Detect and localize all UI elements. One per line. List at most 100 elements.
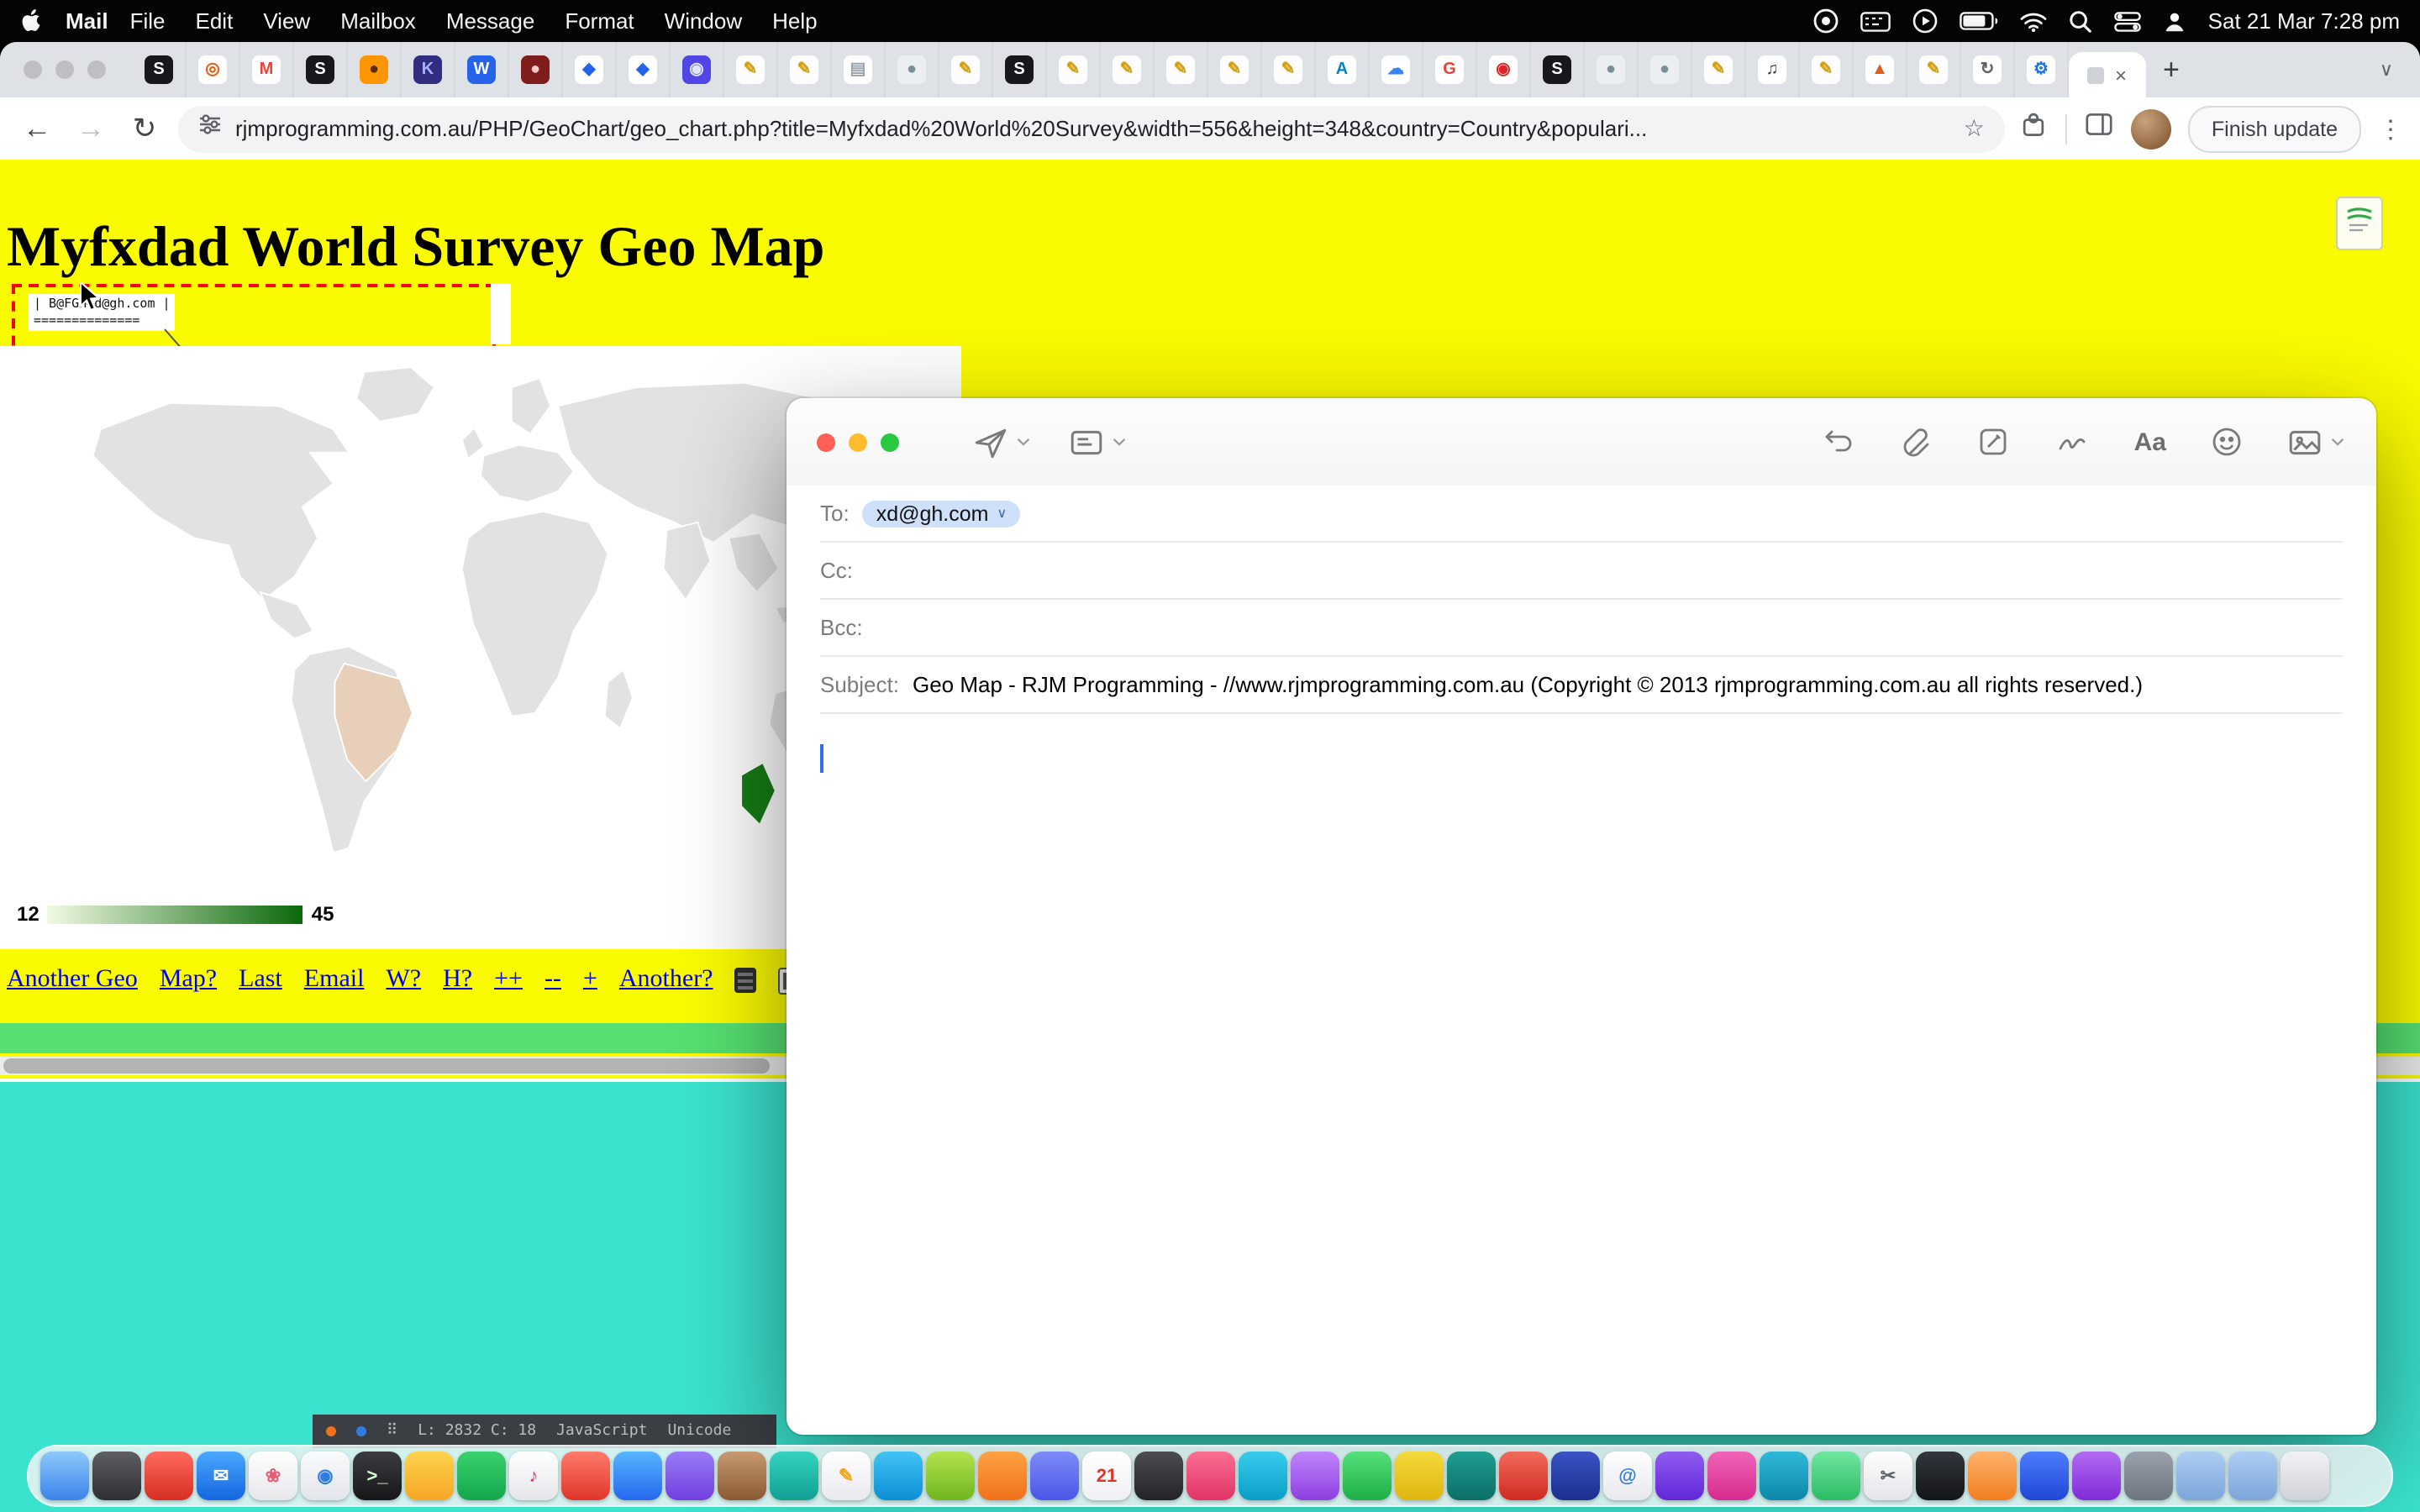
app-badge-icon[interactable] xyxy=(1813,8,1839,34)
dock-app-icon[interactable] xyxy=(666,1452,714,1500)
browser-tab[interactable]: ✎ xyxy=(1101,42,1155,97)
menu-item-help[interactable]: Help xyxy=(772,8,818,34)
dock-app-icon[interactable] xyxy=(1030,1452,1079,1500)
zoom-window-button[interactable] xyxy=(87,60,106,79)
photo-browser-icon[interactable] xyxy=(2287,424,2346,459)
dock-app-icon[interactable] xyxy=(978,1452,1027,1500)
map-region-scandinavia[interactable] xyxy=(512,378,550,433)
close-tab-icon[interactable]: × xyxy=(2115,63,2127,87)
menu-item-edit[interactable]: Edit xyxy=(196,8,234,34)
dock-app-icon[interactable] xyxy=(1447,1452,1496,1500)
dock-app-icon[interactable]: 21 xyxy=(1082,1452,1131,1500)
forward-button[interactable]: → xyxy=(71,112,111,145)
dock-app-icon[interactable] xyxy=(2176,1452,2225,1500)
dock-app-icon[interactable]: ✂ xyxy=(1864,1452,1912,1500)
dock-app-icon[interactable]: ✎ xyxy=(822,1452,871,1500)
dock-app-icon[interactable] xyxy=(1707,1452,1756,1500)
dock-app-icon[interactable]: @ xyxy=(1603,1452,1652,1500)
header-fields-button[interactable] xyxy=(1069,424,1128,459)
page-link[interactable]: -- xyxy=(544,966,561,995)
browser-tab[interactable]: ✎ xyxy=(724,42,778,97)
page-link[interactable]: W? xyxy=(386,966,421,995)
browser-tab[interactable]: ● xyxy=(1585,42,1639,97)
cc-field[interactable]: Cc: xyxy=(820,543,2343,600)
menu-item-mailbox[interactable]: Mailbox xyxy=(340,8,416,34)
browser-tab[interactable]: ✎ xyxy=(778,42,832,97)
menu-item-file[interactable]: File xyxy=(130,8,166,34)
dock-app-icon[interactable] xyxy=(92,1452,141,1500)
browser-tab[interactable]: S xyxy=(1531,42,1585,97)
bcc-field[interactable]: Bcc: xyxy=(820,600,2343,657)
page-link[interactable]: Map? xyxy=(160,966,217,995)
page-link[interactable]: ++ xyxy=(494,966,523,995)
page-link[interactable]: + xyxy=(583,966,597,995)
browser-tab[interactable]: ◉ xyxy=(671,42,724,97)
browser-tab[interactable]: ● xyxy=(348,42,402,97)
page-link[interactable]: Another Geo xyxy=(7,966,138,995)
to-field[interactable]: To: xd@gh.com ∨ xyxy=(820,486,2343,543)
browser-tab[interactable]: S xyxy=(294,42,348,97)
dock-app-icon[interactable] xyxy=(926,1452,975,1500)
token-chevron-icon[interactable]: ∨ xyxy=(997,506,1007,521)
play-icon[interactable] xyxy=(1912,8,1938,34)
finish-update-button[interactable]: Finish update xyxy=(2188,105,2361,152)
format-text-button[interactable]: Aa xyxy=(2134,428,2166,456)
dock-app-icon[interactable] xyxy=(1551,1452,1600,1500)
battery-icon[interactable] xyxy=(1960,12,1998,30)
dock-app-icon[interactable] xyxy=(40,1452,89,1500)
menu-item-window[interactable]: Window xyxy=(665,8,743,34)
dock-app-icon[interactable] xyxy=(1916,1452,1965,1500)
dock-app-icon[interactable] xyxy=(1186,1452,1235,1500)
dock-app-icon[interactable] xyxy=(2020,1452,2069,1500)
dock-app-icon[interactable] xyxy=(2124,1452,2173,1500)
browser-menu-icon[interactable]: ⋮ xyxy=(2378,113,2403,144)
map-region-highlighted-country[interactable] xyxy=(741,763,776,825)
browser-tab[interactable]: ⚙ xyxy=(2015,42,2069,97)
dock-app-icon[interactable] xyxy=(1239,1452,1287,1500)
browser-tab[interactable]: ✎ xyxy=(1907,42,1961,97)
browser-tab[interactable]: S xyxy=(133,42,187,97)
browser-tab[interactable]: W xyxy=(455,42,509,97)
close-window-button[interactable] xyxy=(24,60,42,79)
browser-tab[interactable]: G xyxy=(1423,42,1477,97)
user-switcher-icon[interactable] xyxy=(2163,9,2186,33)
encoding[interactable]: Unicode xyxy=(667,1423,731,1440)
browser-tab[interactable]: ✎ xyxy=(1155,42,1208,97)
dock-app-icon[interactable] xyxy=(1134,1452,1183,1500)
dock-app-icon[interactable] xyxy=(613,1452,662,1500)
minimize-window-button[interactable] xyxy=(55,60,74,79)
map-region-se-asia[interactable] xyxy=(729,533,778,592)
notes-widget-icon[interactable] xyxy=(2336,197,2383,250)
dock-app-icon[interactable]: ✉ xyxy=(197,1452,245,1500)
browser-tab[interactable]: ● xyxy=(509,42,563,97)
dock-app-icon[interactable] xyxy=(1395,1452,1444,1500)
browser-tab[interactable]: A xyxy=(1316,42,1370,97)
map-region-north-america[interactable] xyxy=(92,403,349,600)
calculator-icon[interactable] xyxy=(735,968,757,993)
active-tab[interactable]: × xyxy=(2069,52,2146,97)
dock-app-icon[interactable] xyxy=(457,1452,506,1500)
profile-avatar[interactable] xyxy=(2131,108,2171,149)
map-region-uk[interactable] xyxy=(462,428,484,459)
dock-app-icon[interactable] xyxy=(1812,1452,1860,1500)
dock-app-icon[interactable] xyxy=(718,1452,766,1500)
browser-tab[interactable]: ✎ xyxy=(1047,42,1101,97)
page-link[interactable]: Another? xyxy=(619,966,713,995)
page-link[interactable]: Last xyxy=(239,966,282,995)
browser-tab[interactable]: ✎ xyxy=(939,42,993,97)
dock-app-icon[interactable] xyxy=(770,1452,818,1500)
browser-tab[interactable]: K xyxy=(402,42,455,97)
dock-app-icon[interactable] xyxy=(1291,1452,1339,1500)
markup-icon[interactable] xyxy=(1976,425,2010,459)
back-button[interactable]: ← xyxy=(17,112,57,145)
dock-app-icon[interactable] xyxy=(874,1452,923,1500)
new-tab-button[interactable]: + xyxy=(2163,53,2180,87)
dock-app-icon[interactable]: ◉ xyxy=(301,1452,350,1500)
map-region-madagascar[interactable] xyxy=(605,669,633,728)
keyboard-icon[interactable] xyxy=(1860,11,1891,31)
browser-tab[interactable]: ▤ xyxy=(832,42,886,97)
browser-tab[interactable]: ● xyxy=(886,42,939,97)
browser-tab[interactable]: ♫ xyxy=(1746,42,1800,97)
site-settings-icon[interactable] xyxy=(198,113,222,144)
scrollbar-thumb[interactable] xyxy=(3,1058,770,1074)
